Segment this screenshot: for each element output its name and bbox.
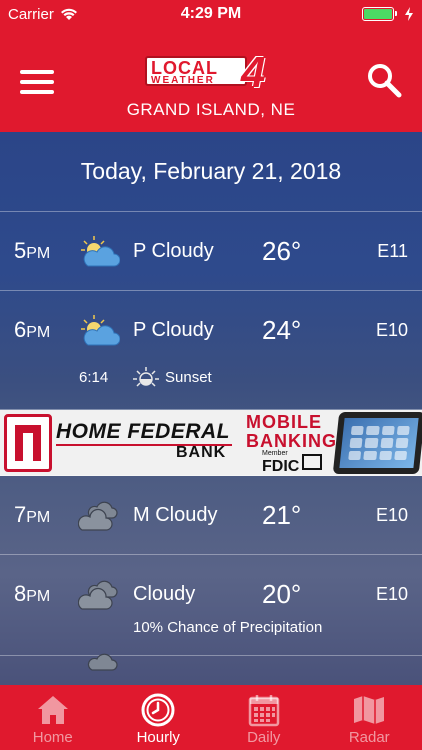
wind-label: E10 — [375, 504, 408, 525]
calendar-icon — [248, 695, 279, 727]
hourly-row[interactable]: 7PM M Cloudy 21° E10 — [0, 476, 422, 555]
sunset-icon — [133, 367, 159, 387]
partly-cloudy-icon — [81, 236, 120, 267]
hour-label: 6PM — [14, 317, 51, 342]
hour-label: 7PM — [14, 502, 51, 527]
tab-radar[interactable]: Radar — [317, 685, 422, 750]
condition-label: Cloudy — [133, 582, 196, 605]
wind-label: E10 — [375, 583, 408, 604]
tab-home[interactable]: Home — [0, 685, 106, 750]
temperature-label: 24° — [262, 314, 302, 345]
wind-label: E10 — [375, 319, 408, 340]
hourly-row[interactable]: 6PM P Cloudy 24° E10 6:14 Sunset — [0, 291, 422, 410]
temperature-label: 26° — [262, 235, 302, 266]
ad-bank-name: HOME FEDERAL — [56, 420, 230, 443]
ad-mobile-text: MOBILE — [246, 412, 322, 432]
ad-member-text: Member — [262, 450, 288, 457]
ad-bank-word: BANK — [176, 444, 227, 461]
app-header: LOCAL WEATHER 4 GRAND ISLAND, NE — [0, 28, 422, 132]
partly-cloudy-icon — [81, 315, 120, 346]
date-header: Today, February 21, 2018 — [0, 132, 422, 212]
local-weather-4-logo: LOCAL WEATHER 4 — [145, 48, 277, 97]
status-bar: Carrier 4:29 PM — [0, 0, 422, 28]
hourly-row[interactable]: 5PM P Cloudy 26° E11 — [0, 212, 422, 291]
sunset-label: Sunset — [165, 369, 212, 386]
status-time: 4:29 PM — [180, 5, 242, 22]
condition-label: M Cloudy — [133, 503, 218, 526]
tab-daily[interactable]: Daily — [211, 685, 317, 750]
ad-banking-text: BANKING — [246, 431, 337, 451]
hourly-row-partial[interactable] — [0, 653, 422, 685]
equal-housing-icon — [302, 454, 322, 470]
phone-image — [332, 412, 422, 474]
sunset-time: 6:14 — [79, 369, 109, 386]
location-label[interactable]: GRAND ISLAND, NE — [0, 100, 422, 120]
ad-fdic-text: FDIC — [262, 458, 300, 475]
condition-label: P Cloudy — [133, 239, 214, 262]
tab-hourly[interactable]: Hourly — [106, 685, 212, 750]
cloudy-icon — [78, 580, 118, 610]
home-federal-ad-banner[interactable]: HOME FEDERAL BANK MOBILE BANKING Member … — [0, 410, 422, 476]
hourly-forecast-list[interactable]: Today, February 21, 2018 5PM P Cloudy 26… — [0, 132, 422, 685]
hour-label: 5PM — [14, 238, 51, 263]
map-icon — [354, 696, 385, 724]
home-icon — [37, 696, 68, 724]
mostly-cloudy-icon — [78, 501, 118, 531]
hour-label: 8PM — [14, 581, 51, 606]
wind-label: E11 — [377, 240, 408, 261]
battery-icon — [362, 7, 397, 21]
temperature-label: 20° — [262, 578, 302, 609]
clock-icon — [141, 693, 175, 727]
bottom-tab-bar: Home Hourly Daily Radar — [0, 685, 422, 750]
precipitation-label: 10% Chance of Precipitation — [133, 619, 323, 636]
search-icon[interactable] — [366, 62, 402, 98]
menu-icon[interactable] — [20, 70, 54, 94]
hourly-row[interactable]: 8PM Cloudy 20° E10 10% Chance of Precipi… — [0, 555, 422, 656]
condition-label: P Cloudy — [133, 318, 214, 341]
home-federal-logo — [4, 414, 52, 472]
logo-number: 4 — [241, 48, 266, 97]
cloudy-icon — [87, 653, 118, 671]
temperature-label: 21° — [262, 499, 302, 530]
